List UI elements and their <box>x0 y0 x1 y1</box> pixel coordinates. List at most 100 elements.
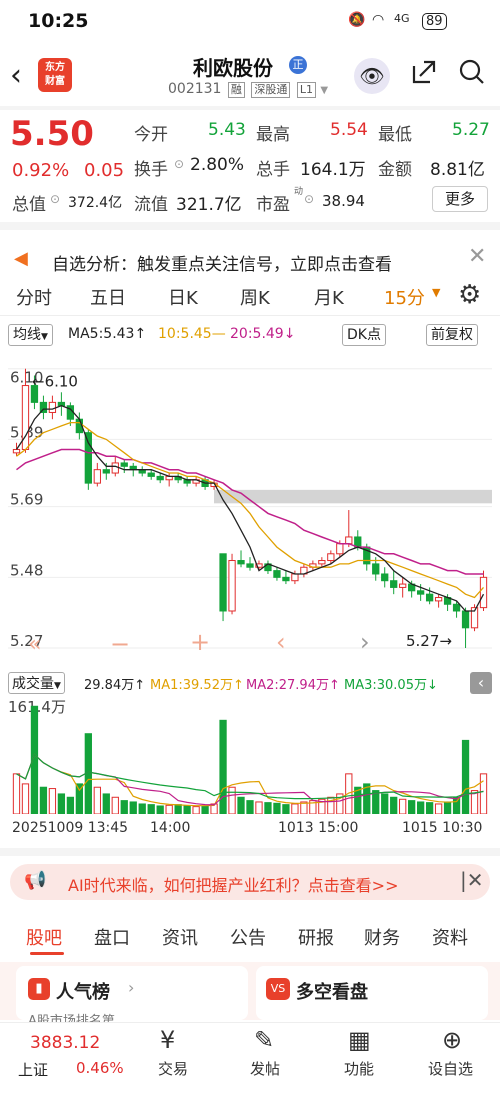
trade-icon[interactable]: ¥ <box>160 1026 175 1054</box>
volume-bar <box>156 805 164 814</box>
bull-bear-card[interactable]: VS 多空看盘 <box>256 966 488 1020</box>
nav-post[interactable]: 发帖 <box>250 1058 280 1079</box>
indicator-select[interactable]: 均线▼ <box>8 324 53 346</box>
tag-sgt: 深股通 <box>251 82 291 98</box>
banner-close-icon[interactable]: |✕ <box>460 868 484 892</box>
tab-gonggao[interactable]: 公告 <box>230 924 266 950</box>
tab-rik[interactable]: 日K <box>168 284 198 310</box>
volume-bar <box>39 786 48 814</box>
function-icon[interactable]: ▦ <box>348 1026 371 1054</box>
search-icon[interactable] <box>458 58 486 93</box>
nav-add-watch[interactable]: 设自选 <box>428 1058 473 1079</box>
close-icon[interactable]: ✕ <box>468 244 486 269</box>
add-watch-icon[interactable]: ⊕ <box>442 1026 462 1054</box>
mcap-info-icon[interactable]: ⊙ <box>50 192 60 206</box>
candle-body <box>120 462 128 467</box>
high-value: 5.54 <box>330 120 368 140</box>
more-button[interactable]: 更多 <box>432 186 488 212</box>
volume-chart[interactable]: 161.4万 <box>8 696 492 814</box>
volume-bar <box>282 804 290 814</box>
volume-bar <box>452 796 461 814</box>
volume-bar <box>479 773 488 814</box>
promo-banner[interactable]: 📢 AI时代来临，如何把握产业红利？点击查看>> |✕ <box>10 864 490 900</box>
nav-function[interactable]: 功能 <box>344 1058 374 1079</box>
tab-yuek[interactable]: 月K <box>314 284 344 310</box>
network-label: 4G <box>394 12 410 25</box>
turnover-info-icon[interactable]: ⊙ <box>174 157 184 171</box>
pe-info-icon[interactable]: ⊙ <box>304 192 314 206</box>
dk-button[interactable]: DK点 <box>342 324 386 346</box>
volume-bar <box>66 796 75 814</box>
scroll-left-fast-icon[interactable]: « <box>28 632 41 657</box>
share-icon[interactable] <box>410 58 438 93</box>
index-value[interactable]: 3883.12 <box>30 1033 100 1053</box>
volume-bar <box>57 793 66 814</box>
low-label: 最低 <box>378 125 412 145</box>
tab-15min[interactable]: 15分 <box>384 284 425 310</box>
volume-bar <box>246 800 254 814</box>
volume-bar <box>273 802 281 814</box>
volume-bar <box>434 803 443 814</box>
settings-icon[interactable]: ⚙ <box>458 280 481 310</box>
stock-code-line: 002131 融 深股通 L1 ▼ <box>168 81 329 98</box>
turnover-label: 换手 <box>134 160 168 180</box>
tab-caiwu[interactable]: 财务 <box>364 924 400 950</box>
ma5-readout: MA5:5.43↑ <box>68 326 147 342</box>
x-tick: 20251009 13:45 <box>12 820 129 836</box>
tab-wuri[interactable]: 五日 <box>90 284 126 310</box>
last-price: 5.50 <box>10 114 94 154</box>
feature-cards: ▮ 人气榜 › A股市场排名第 VS 多空看盘 <box>0 962 500 1029</box>
post-icon[interactable]: ✎ <box>254 1026 274 1054</box>
volume-bar <box>416 801 425 814</box>
x-tick: 14:00 <box>150 820 191 836</box>
volume-indicator-select[interactable]: 成交量▼ <box>8 672 65 694</box>
candle-body <box>219 553 227 612</box>
alert-bar[interactable]: ◀ 自选分析：触发重点关注信号，立即点击查看 ✕ <box>0 236 500 276</box>
tab-pankou[interactable]: 盘口 <box>94 924 130 950</box>
adjust-button[interactable]: 前复权 <box>426 324 478 346</box>
volume-bar <box>255 801 263 814</box>
tab-fenshi[interactable]: 分时 <box>16 284 52 310</box>
tab-ziliao[interactable]: 资料 <box>432 924 468 950</box>
tab-guba[interactable]: 股吧 <box>26 924 62 950</box>
change-amount: 0.05 <box>84 160 125 181</box>
candle-body <box>318 560 326 565</box>
popularity-card[interactable]: ▮ 人气榜 › A股市场排名第 <box>16 966 248 1029</box>
card-title-bullbear: 多空看盘 <box>296 982 368 1003</box>
assistant-avatar-icon[interactable]: 👁 <box>354 58 390 94</box>
collapse-icon[interactable]: ‹ <box>470 672 492 694</box>
tab-zixun[interactable]: 资讯 <box>162 924 198 950</box>
scroll-left-icon[interactable]: ‹ <box>276 628 286 656</box>
volume-bar <box>138 803 146 814</box>
mcap-value: 372.4亿 <box>68 195 123 211</box>
candle-body <box>48 401 57 413</box>
amount-label: 金额 <box>378 160 412 180</box>
index-name: 上证 <box>18 1061 49 1079</box>
candle-body <box>336 543 344 555</box>
vs-icon: VS <box>266 978 290 1000</box>
mcap-label: 总值 <box>12 195 46 215</box>
y-tick-label: 5.48 <box>10 561 43 579</box>
low-value: 5.27 <box>452 120 490 140</box>
turnover-value: 2.80% <box>190 155 245 175</box>
index-pct: 0.46% <box>76 1059 124 1077</box>
open-value: 5.43 <box>208 120 246 140</box>
candle-body <box>111 462 119 474</box>
chevron-right-icon: › <box>128 978 135 997</box>
tab-yanbao[interactable]: 研报 <box>298 924 334 950</box>
tab-zhouk[interactable]: 周K <box>240 284 270 310</box>
volume-bar <box>120 800 128 814</box>
back-icon[interactable]: ‹ <box>10 58 22 93</box>
candle-body <box>273 570 281 578</box>
zoom-out-icon[interactable]: − <box>110 630 130 658</box>
zoom-in-icon[interactable]: + <box>190 628 210 656</box>
pe-sup: 动 <box>294 187 304 197</box>
nav-trade[interactable]: 交易 <box>158 1058 188 1079</box>
candlestick-chart[interactable]: 6.105.895.695.485.27←6.105.27→ <box>8 348 492 670</box>
scroll-right-icon[interactable]: › <box>360 628 370 656</box>
volume-bar <box>102 793 110 814</box>
volume-ma2: MA2:27.94万↑ <box>246 678 340 693</box>
candle-body <box>399 583 407 588</box>
candle-body <box>425 593 434 602</box>
low-annotation: 5.27→ <box>406 632 452 650</box>
